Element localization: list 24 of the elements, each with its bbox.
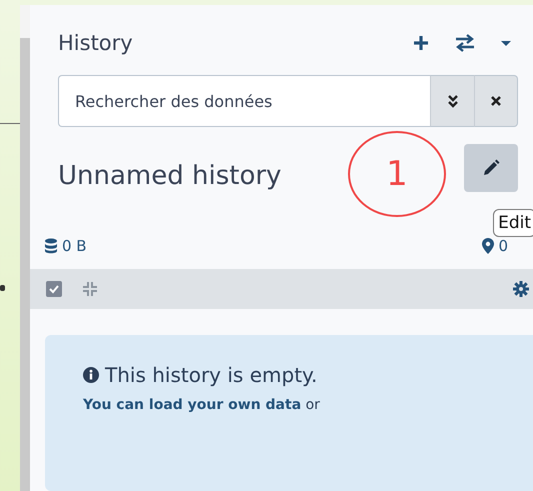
annotation-circle: 1: [348, 131, 446, 217]
caret-icon[interactable]: [500, 39, 512, 47]
size-label[interactable]: 0 B: [62, 237, 87, 255]
history-name: Unnamed history: [58, 161, 282, 191]
double-chevron-icon: [446, 94, 458, 108]
count-label[interactable]: 0: [498, 237, 508, 255]
swap-arrows-icon[interactable]: [454, 34, 476, 52]
info-icon: [83, 367, 99, 383]
message-text: You can load your own data or: [83, 397, 321, 413]
gear-icon[interactable]: [513, 281, 529, 297]
checkmark-icon: [49, 284, 59, 294]
plus-icon[interactable]: [412, 34, 430, 52]
clear-button[interactable]: [474, 75, 518, 127]
tooltip: Edit: [493, 209, 533, 237]
select-all-checkbox[interactable]: [46, 281, 62, 297]
map-pin-icon: [482, 238, 494, 254]
edit-button[interactable]: [464, 144, 518, 192]
panel-title: History: [58, 31, 133, 55]
database-icon: [44, 238, 58, 254]
message-title: This history is empty.: [105, 363, 318, 387]
advanced-search-button[interactable]: [430, 75, 474, 127]
pencil-icon: [482, 159, 500, 177]
search-field[interactable]: Rechercher des données: [58, 75, 430, 127]
close-icon: [490, 95, 502, 107]
